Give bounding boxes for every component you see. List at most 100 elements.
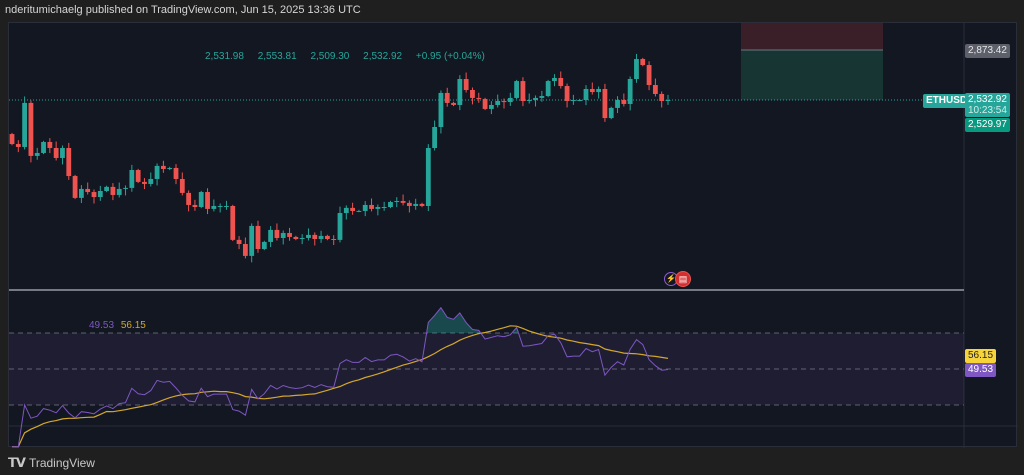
us-flag-economic-event-icon[interactable]: ▤ <box>675 271 691 287</box>
chart-canvas[interactable] <box>9 23 1018 448</box>
candle-body <box>160 165 166 169</box>
candle-body <box>381 207 387 209</box>
candle-body <box>507 97 513 103</box>
candle-body <box>526 99 532 102</box>
rsi-legend: 49.53 56.15 <box>89 320 146 331</box>
candle-body <box>388 202 393 208</box>
stop-zone <box>741 23 883 51</box>
second-price-tag: 2,529.97 <box>965 118 1010 132</box>
candle-body <box>9 134 15 145</box>
candle-body <box>583 88 589 100</box>
ohlc-low: 2,509.30 <box>310 51 350 62</box>
candle-body <box>425 147 431 206</box>
candle-body <box>451 102 456 105</box>
ohlc-legend: 2,531.98 2,553.81 2,509.30 2,532.92 +0.9… <box>205 51 496 62</box>
candle-body <box>558 77 564 87</box>
candle-body <box>488 104 494 109</box>
candle-body <box>337 213 343 240</box>
chart-panel[interactable]: 2,531.98 2,553.81 2,509.30 2,532.92 +0.9… <box>8 22 1018 448</box>
candle-body <box>293 236 299 240</box>
candle-body <box>608 107 614 119</box>
candle-body <box>652 85 658 94</box>
brand-name: TradingView <box>28 456 95 470</box>
candle-body <box>369 204 374 209</box>
candle-body <box>60 147 65 158</box>
candle-body <box>85 188 91 193</box>
candle-body <box>432 126 438 148</box>
candle-body <box>299 237 305 240</box>
candle-body <box>596 88 602 93</box>
candle-body <box>66 147 72 177</box>
ohlc-change: +0.95 (+0.04%) <box>415 51 485 62</box>
candle-body <box>72 176 78 198</box>
candle-body <box>413 203 419 206</box>
tradingview-branding: 𝗧𝗩 TradingView <box>8 455 95 471</box>
candle-body <box>514 81 520 98</box>
candle-body <box>621 99 627 104</box>
candle-body <box>230 205 236 240</box>
candle-body <box>394 200 400 203</box>
candle-body <box>154 165 160 179</box>
target-price-tag: 2,873.42 <box>965 44 1010 58</box>
candle-body <box>224 205 229 207</box>
candle-body <box>495 101 501 105</box>
candle-body <box>564 86 570 102</box>
candle-body <box>236 239 242 244</box>
candle-body <box>665 99 671 102</box>
candle-body <box>659 93 665 102</box>
candle-body <box>457 78 463 105</box>
candle-body <box>47 141 53 148</box>
candle-body <box>123 187 128 189</box>
candle-body <box>646 65 652 86</box>
candle-body <box>110 186 116 195</box>
candle-body <box>577 99 583 101</box>
candle-body <box>211 205 217 209</box>
candle-body <box>501 101 507 103</box>
candle-body <box>22 102 28 147</box>
bar-countdown: 10:23:54 <box>968 105 1007 116</box>
candle-body <box>520 81 526 102</box>
candle-body <box>249 225 255 256</box>
target-zone <box>741 50 883 100</box>
candle-body <box>476 97 482 99</box>
candle-body <box>274 229 280 238</box>
candle-body <box>261 241 267 249</box>
candle-body <box>129 170 135 188</box>
candle-body <box>167 167 173 169</box>
last-price: 2,532.92 <box>968 94 1007 105</box>
candle-body <box>419 203 425 206</box>
candle-body <box>375 207 381 209</box>
candle-body <box>242 243 248 256</box>
candle-body <box>78 188 84 198</box>
publisher-line: nderitumichaelg published on TradingView… <box>5 4 361 16</box>
candle-body <box>179 178 185 193</box>
candle-body <box>34 152 40 156</box>
candle-body <box>570 99 576 102</box>
candle-body <box>400 200 406 203</box>
candle-body <box>463 78 469 91</box>
candle-body <box>438 92 444 127</box>
candle-body <box>306 234 311 238</box>
ohlc-open: 2,531.98 <box>205 51 244 62</box>
candle-body <box>406 202 412 206</box>
candle-body <box>627 78 633 104</box>
candle-body <box>91 192 97 198</box>
event-markers[interactable]: ⚡ ▤ <box>664 271 691 287</box>
candle-body <box>362 204 368 211</box>
candle-body <box>198 192 204 208</box>
rsi-legend-value: 49.53 <box>89 320 115 331</box>
candle-body <box>350 207 356 211</box>
symbol-tag: ETHUSD <box>923 94 971 108</box>
rsi-legend-ma: 56.15 <box>120 320 146 331</box>
candle-body <box>104 186 110 192</box>
candle-body <box>205 192 210 209</box>
candle-body <box>356 210 362 212</box>
candle-body <box>331 239 337 241</box>
rsi-value-tag: 49.53 <box>965 363 997 377</box>
candle-body <box>97 191 103 198</box>
candle-body <box>135 170 141 182</box>
candle-body <box>539 96 545 98</box>
rsi-ma-tag: 56.15 <box>965 349 997 363</box>
candle-body <box>15 144 21 147</box>
candle-body <box>312 234 318 240</box>
